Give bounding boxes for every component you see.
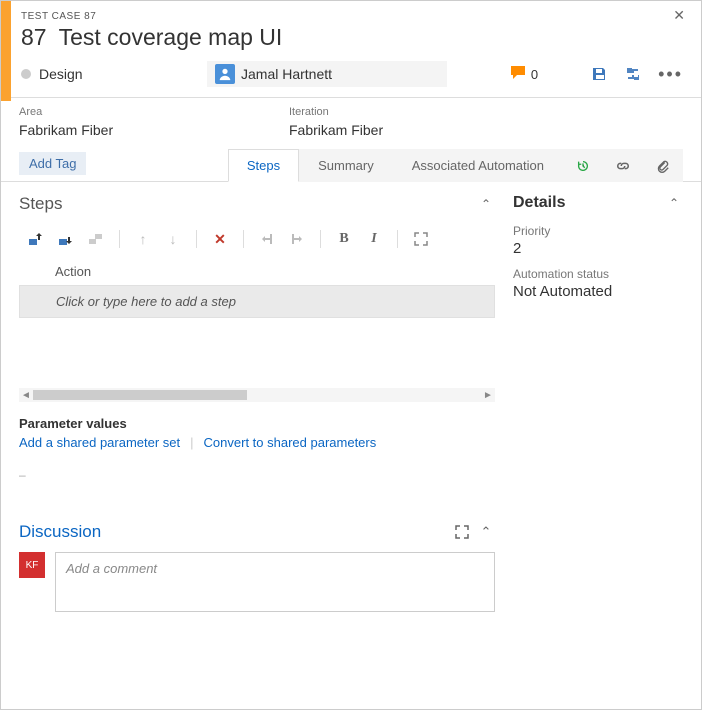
iteration-value[interactable]: Fabrikam Fiber xyxy=(289,120,383,140)
work-item-id: 87 xyxy=(21,24,47,51)
steps-section-title: Steps xyxy=(19,194,471,214)
steps-table: Action Click or type here to add a step xyxy=(19,260,495,318)
parameter-links: Add a shared parameter set | Convert to … xyxy=(19,435,495,450)
work-item-title[interactable]: Test coverage map UI xyxy=(59,24,283,51)
assignee-name: Jamal Hartnett xyxy=(241,66,332,82)
tab-links[interactable] xyxy=(603,149,643,182)
current-user-avatar: KF xyxy=(19,552,45,578)
title-row: 87 Test coverage map UI xyxy=(1,22,701,61)
parameter-values-title: Parameter values xyxy=(19,416,495,431)
area-label: Area xyxy=(19,106,259,118)
add-tag-button[interactable]: Add Tag xyxy=(19,152,86,175)
insert-step-button[interactable] xyxy=(25,228,47,250)
discussion-fullscreen-button[interactable] xyxy=(453,523,471,541)
scroll-thumb[interactable] xyxy=(33,390,247,400)
discussion-title: Discussion xyxy=(19,522,447,542)
tab-associated-automation[interactable]: Associated Automation xyxy=(393,149,563,182)
link-separator: | xyxy=(190,435,193,450)
add-step-placeholder: Click or type here to add a step xyxy=(56,294,236,309)
steps-section-header: Steps ⌃ xyxy=(19,192,495,222)
tab-bar: Steps Summary Associated Automation xyxy=(228,148,683,181)
move-up-button[interactable]: ↑ xyxy=(132,228,154,250)
create-shared-steps-button[interactable] xyxy=(85,228,107,250)
main-column: Steps ⌃ ↑ ↓ ✕ xyxy=(19,192,495,699)
priority-value[interactable]: 2 xyxy=(513,240,683,257)
outdent-button[interactable] xyxy=(256,228,278,250)
details-title: Details xyxy=(513,194,659,212)
iteration-label: Iteration xyxy=(289,106,383,118)
add-shared-parameter-link[interactable]: Add a shared parameter set xyxy=(19,435,180,450)
automation-status-label: Automation status xyxy=(513,267,683,281)
steps-collapse-button[interactable]: ⌃ xyxy=(477,195,495,213)
tab-steps[interactable]: Steps xyxy=(228,149,299,182)
delete-step-button[interactable]: ✕ xyxy=(209,228,231,250)
details-section-header: Details ⌃ xyxy=(513,192,683,220)
comment-count-value: 0 xyxy=(531,67,538,82)
scroll-left-icon[interactable]: ◄ xyxy=(19,390,33,401)
refresh-button[interactable] xyxy=(624,65,642,83)
toolbar-separator xyxy=(397,230,398,248)
close-button[interactable]: ✕ xyxy=(667,5,691,26)
indent-button[interactable] xyxy=(286,228,308,250)
save-button[interactable] xyxy=(590,65,608,83)
toolbar-separator xyxy=(243,230,244,248)
state-field[interactable]: Design xyxy=(21,66,199,82)
comment-input[interactable]: Add a comment xyxy=(55,552,495,612)
toolbar-separator xyxy=(320,230,321,248)
tab-attachments[interactable] xyxy=(643,149,683,182)
toolbar-separator xyxy=(196,230,197,248)
area-value[interactable]: Fabrikam Fiber xyxy=(19,120,259,140)
toolbar-separator xyxy=(119,230,120,248)
horizontal-scrollbar[interactable]: ◄ ► xyxy=(19,388,495,402)
discussion-collapse-button[interactable]: ⌃ xyxy=(477,523,495,541)
tab-summary[interactable]: Summary xyxy=(299,149,393,182)
convert-shared-parameter-link[interactable]: Convert to shared parameters xyxy=(204,435,377,450)
italic-button[interactable]: I xyxy=(363,228,385,250)
header: TEST CASE 87 ✕ xyxy=(1,1,701,22)
fullscreen-button[interactable] xyxy=(410,228,432,250)
assignee-field[interactable]: Jamal Hartnett xyxy=(207,61,447,87)
state-dot-icon xyxy=(21,69,31,79)
work-item-type-label: TEST CASE 87 xyxy=(21,11,96,22)
automation-status-value[interactable]: Not Automated xyxy=(513,283,683,300)
content-row: Steps ⌃ ↑ ↓ ✕ xyxy=(1,182,701,709)
move-down-button[interactable]: ↓ xyxy=(162,228,184,250)
priority-label: Priority xyxy=(513,224,683,238)
comment-placeholder: Add a comment xyxy=(66,561,157,576)
details-collapse-button[interactable]: ⌃ xyxy=(665,194,683,212)
work-item-dialog: TEST CASE 87 ✕ 87 Test coverage map UI D… xyxy=(0,0,702,710)
steps-toolbar: ↑ ↓ ✕ B I xyxy=(19,222,495,260)
state-name: Design xyxy=(39,66,83,82)
scroll-right-icon[interactable]: ► xyxy=(481,390,495,401)
column-header-action: Action xyxy=(55,264,91,279)
classification-row: Area Fabrikam Fiber Iteration Fabrikam F… xyxy=(1,98,701,144)
avatar-icon xyxy=(215,64,235,84)
comment-row: KF Add a comment xyxy=(19,552,495,612)
bold-button[interactable]: B xyxy=(333,228,355,250)
add-step-row[interactable]: Click or type here to add a step xyxy=(19,285,495,318)
details-column: Details ⌃ Priority 2 Automation status N… xyxy=(513,192,683,699)
tags-tabs-row: Add Tag Steps Summary Associated Automat… xyxy=(1,144,701,182)
tab-history[interactable] xyxy=(563,149,603,182)
empty-indicator: – xyxy=(19,468,495,482)
steps-table-header: Action xyxy=(19,260,495,283)
meta-row: Design Jamal Hartnett 0 ••• xyxy=(1,61,701,97)
discussion-header: Discussion ⌃ xyxy=(19,522,495,542)
comment-icon xyxy=(511,66,527,83)
more-menu-button[interactable]: ••• xyxy=(654,69,687,79)
insert-shared-step-button[interactable] xyxy=(55,228,77,250)
comment-count[interactable]: 0 xyxy=(511,66,538,83)
